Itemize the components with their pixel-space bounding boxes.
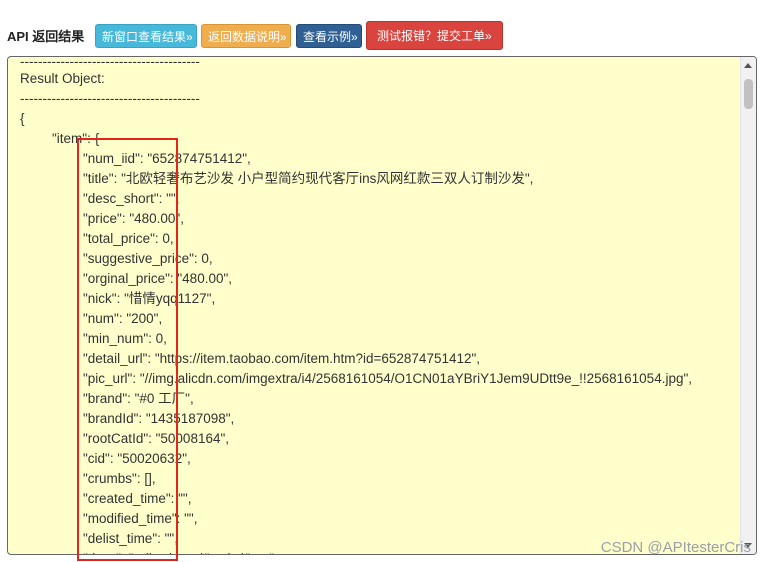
return-docs-button[interactable]: 返回数据说明» bbox=[201, 24, 291, 48]
result-line: ---------------------------------------- bbox=[20, 91, 200, 106]
new-window-button[interactable]: 新窗口查看结果» bbox=[95, 24, 197, 48]
watermark: CSDN @APItesterCris bbox=[600, 539, 751, 556]
section-title: API 返回结果 bbox=[7, 29, 85, 44]
view-example-button[interactable]: 查看示例» bbox=[296, 24, 362, 48]
vertical-scrollbar[interactable] bbox=[740, 57, 756, 554]
result-line: Result Object: bbox=[20, 71, 105, 86]
scroll-up-arrow-icon[interactable] bbox=[744, 63, 752, 68]
result-header: API 返回结果 新窗口查看结果» 返回数据说明» 查看示例» 测试报错？提交工… bbox=[0, 0, 761, 56]
report-error-button[interactable]: 测试报错？提交工单» bbox=[366, 21, 503, 50]
result-line: { bbox=[20, 111, 25, 126]
highlight-annotation bbox=[77, 138, 178, 561]
scroll-thumb[interactable] bbox=[744, 79, 753, 109]
